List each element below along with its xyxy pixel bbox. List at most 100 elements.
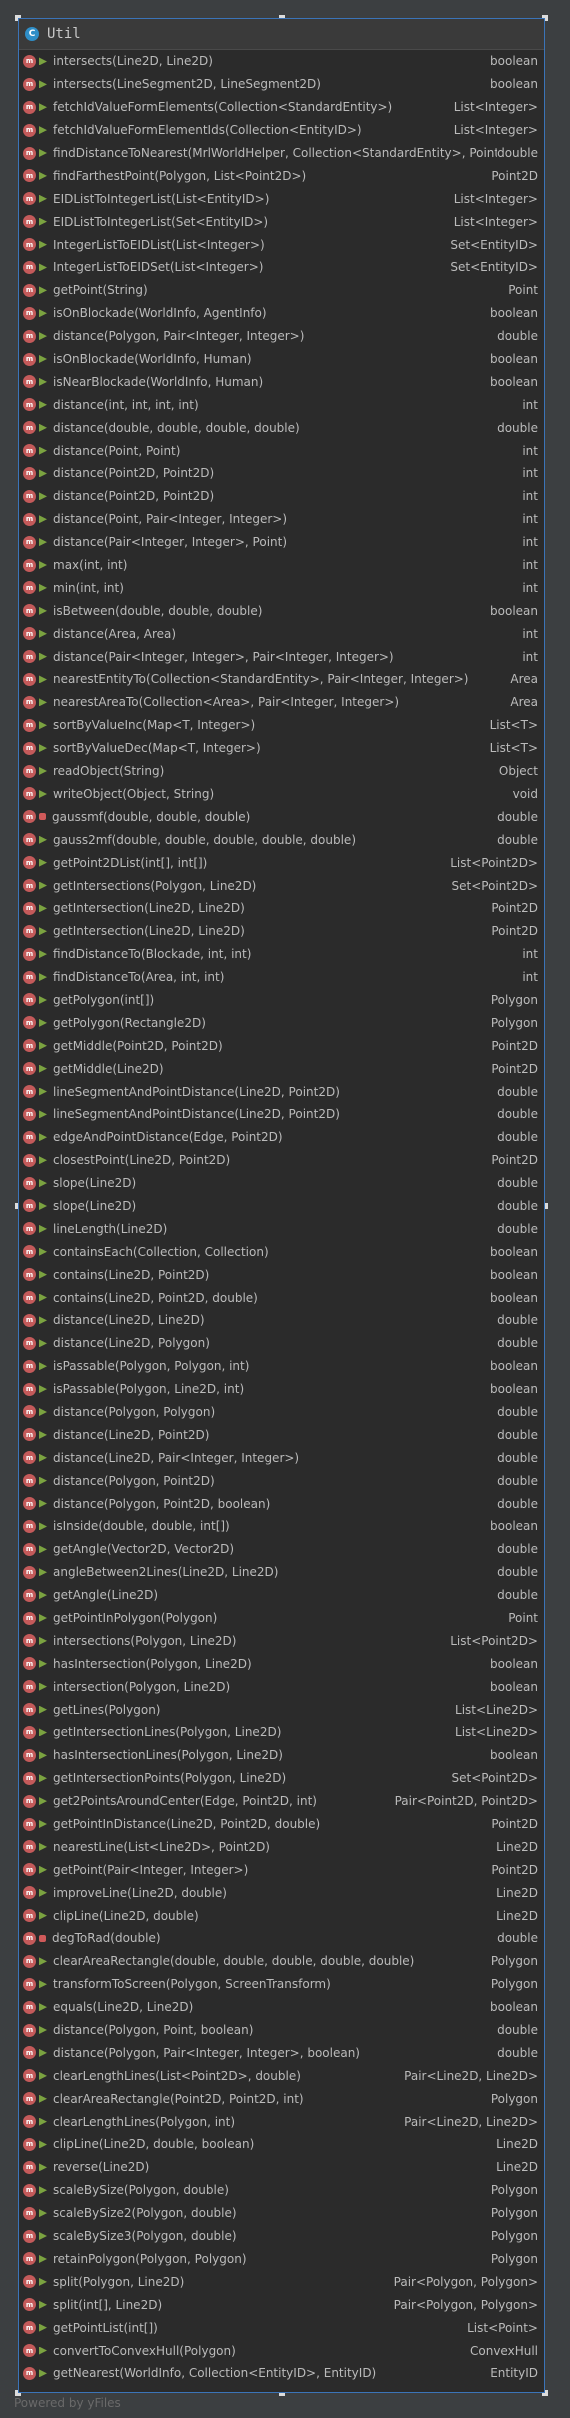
method-row[interactable]: m clearLengthLines(Polygon, int) Pair<Line… xyxy=(19,2110,544,2133)
method-row[interactable]: m sortByValueInc(Map<T, Integer>) List<T> xyxy=(19,714,544,737)
method-row[interactable]: m max(int, int) int xyxy=(19,554,544,577)
method-row[interactable]: m getIntersection(Line2D, Line2D) Point2D xyxy=(19,920,544,943)
method-row[interactable]: m getIntersectionPoints(Polygon, Line2D) S… xyxy=(19,1767,544,1790)
method-row[interactable]: m findDistanceToNearest(MrlWorldHelper, C… xyxy=(19,142,544,165)
method-row[interactable]: m isNearBlockade(WorldInfo, Human) boolean xyxy=(19,370,544,393)
method-row[interactable]: m IntegerListToEIDSet(List<Integer>) Set<E… xyxy=(19,256,544,279)
method-row[interactable]: m clipLine(Line2D, double, boolean) Line2D xyxy=(19,2133,544,2156)
method-row[interactable]: m degToRad(double) double xyxy=(19,1927,544,1950)
method-row[interactable]: m distance(Point2D, Point2D) int xyxy=(19,462,544,485)
method-row[interactable]: m convertToConvexHull(Polygon) ConvexHull xyxy=(19,2339,544,2362)
method-row[interactable]: m getLines(Polygon) List<Line2D> xyxy=(19,1698,544,1721)
method-row[interactable]: m getAngle(Line2D) double xyxy=(19,1584,544,1607)
method-row[interactable]: m hasIntersection(Polygon, Line2D) boolean xyxy=(19,1652,544,1675)
method-row[interactable]: m writeObject(Object, String) void xyxy=(19,783,544,806)
method-row[interactable]: m intersects(Line2D, Line2D) boolean xyxy=(19,50,544,73)
method-row[interactable]: m contains(Line2D, Point2D, double) boolea… xyxy=(19,1286,544,1309)
method-row[interactable]: m edgeAndPointDistance(Edge, Point2D) doub… xyxy=(19,1126,544,1149)
method-row[interactable]: m lineSegmentAndPointDistance(Line2D, Poi… xyxy=(19,1103,544,1126)
method-row[interactable]: m isBetween(double, double, double) boolea… xyxy=(19,599,544,622)
method-row[interactable]: m get2PointsAroundCenter(Edge, Point2D, i… xyxy=(19,1790,544,1813)
method-row[interactable]: m nearestAreaTo(Collection<Area>, Pair<In… xyxy=(19,691,544,714)
method-row[interactable]: m getIntersectionLines(Polygon, Line2D) Li… xyxy=(19,1721,544,1744)
method-row[interactable]: m gaussmf(double, double, double) double xyxy=(19,805,544,828)
method-row[interactable]: m scaleBySize3(Polygon, double) Polygon xyxy=(19,2225,544,2248)
method-row[interactable]: m slope(Line2D) double xyxy=(19,1195,544,1218)
method-row[interactable]: m getIntersection(Line2D, Line2D) Point2D xyxy=(19,897,544,920)
method-row[interactable]: m fetchIdValueFormElements(Collection<Sta… xyxy=(19,96,544,119)
method-row[interactable]: m getPoint(Pair<Integer, Integer>) Point2D xyxy=(19,1858,544,1881)
method-row[interactable]: m findDistanceTo(Blockade, int, int) int xyxy=(19,943,544,966)
method-row[interactable]: m findDistanceTo(Area, int, int) int xyxy=(19,966,544,989)
method-row[interactable]: m getPointInDistance(Line2D, Point2D, dou… xyxy=(19,1813,544,1836)
method-row[interactable]: m split(int[], Line2D) Pair<Polygon, Polyg… xyxy=(19,2293,544,2316)
method-row[interactable]: m slope(Line2D) double xyxy=(19,1172,544,1195)
method-row[interactable]: m IntegerListToEIDList(List<Integer>) Set<… xyxy=(19,233,544,256)
method-row[interactable]: m angleBetween2Lines(Line2D, Line2D) doubl… xyxy=(19,1561,544,1584)
method-row[interactable]: m isPassable(Polygon, Line2D, int) boolean xyxy=(19,1378,544,1401)
method-row[interactable]: m containsEach(Collection, Collection) boo… xyxy=(19,1240,544,1263)
method-row[interactable]: m nearestLine(List<Line2D>, Point2D) Line2… xyxy=(19,1835,544,1858)
method-row[interactable]: m equals(Line2D, Line2D) boolean xyxy=(19,1996,544,2019)
method-row[interactable]: m distance(Area, Area) int xyxy=(19,622,544,645)
method-row[interactable]: m getIntersections(Polygon, Line2D) Set<Po… xyxy=(19,874,544,897)
method-row[interactable]: m intersects(LineSegment2D, LineSegment2D… xyxy=(19,73,544,96)
method-row[interactable]: m distance(int, int, int, int) int xyxy=(19,393,544,416)
class-node[interactable]: C Util m intersects(Line2D, Line2D) boolea… xyxy=(18,18,545,2393)
method-row[interactable]: m readObject(String) Object xyxy=(19,760,544,783)
method-row[interactable]: m distance(Pair<Integer, Integer>, Point)… xyxy=(19,531,544,554)
method-row[interactable]: m distance(Polygon, Pair<Integer, Integer… xyxy=(19,2041,544,2064)
method-row[interactable]: m reverse(Line2D) Line2D xyxy=(19,2156,544,2179)
method-row[interactable]: m distance(Point2D, Point2D) int xyxy=(19,485,544,508)
method-row[interactable]: m retainPolygon(Polygon, Polygon) Polygon xyxy=(19,2248,544,2271)
method-row[interactable]: m hasIntersectionLines(Polygon, Line2D) bo… xyxy=(19,1744,544,1767)
method-row[interactable]: m clearLengthLines(List<Point2D>, double)… xyxy=(19,2064,544,2087)
method-row[interactable]: m scaleBySize2(Polygon, double) Polygon xyxy=(19,2202,544,2225)
method-row[interactable]: m scaleBySize(Polygon, double) Polygon xyxy=(19,2179,544,2202)
method-row[interactable]: m getPoint2DList(int[], int[]) List<Point2… xyxy=(19,851,544,874)
method-row[interactable]: m getAngle(Vector2D, Vector2D) double xyxy=(19,1538,544,1561)
method-row[interactable]: m getPointList(int[]) List<Point> xyxy=(19,2316,544,2339)
method-row[interactable]: m distance(Line2D, Point2D) double xyxy=(19,1423,544,1446)
method-row[interactable]: m getPointInPolygon(Polygon) Point xyxy=(19,1607,544,1630)
method-row[interactable]: m improveLine(Line2D, double) Line2D xyxy=(19,1881,544,1904)
method-row[interactable]: m distance(Polygon, Point, boolean) double xyxy=(19,2019,544,2042)
method-row[interactable]: m contains(Line2D, Point2D) boolean xyxy=(19,1263,544,1286)
method-row[interactable]: m distance(Polygon, Pair<Integer, Integer… xyxy=(19,325,544,348)
method-row[interactable]: m distance(Line2D, Pair<Integer, Integer>… xyxy=(19,1446,544,1469)
method-row[interactable]: m clearAreaRectangle(double, double, doub… xyxy=(19,1950,544,1973)
method-row[interactable]: m sortByValueDec(Map<T, Integer>) List<T> xyxy=(19,737,544,760)
method-row[interactable]: m isOnBlockade(WorldInfo, Human) boolean xyxy=(19,348,544,371)
method-row[interactable]: m getMiddle(Line2D) Point2D xyxy=(19,1057,544,1080)
method-row[interactable]: m intersection(Polygon, Line2D) boolean xyxy=(19,1675,544,1698)
method-row[interactable]: m split(Polygon, Line2D) Pair<Polygon, Pol… xyxy=(19,2270,544,2293)
method-row[interactable]: m lineSegmentAndPointDistance(Line2D, Poi… xyxy=(19,1080,544,1103)
method-row[interactable]: m min(int, int) int xyxy=(19,576,544,599)
method-row[interactable]: m findFarthestPoint(Polygon, List<Point2D… xyxy=(19,164,544,187)
method-row[interactable]: m getPolygon(int[]) Polygon xyxy=(19,989,544,1012)
method-row[interactable]: m isPassable(Polygon, Polygon, int) boolea… xyxy=(19,1355,544,1378)
method-row[interactable]: m fetchIdValueFormElementIds(Collection<E… xyxy=(19,119,544,142)
class-header[interactable]: C Util xyxy=(19,19,544,50)
method-row[interactable]: m gauss2mf(double, double, double, double… xyxy=(19,828,544,851)
method-row[interactable]: m isInside(double, double, int[]) boolean xyxy=(19,1515,544,1538)
method-row[interactable]: m EIDListToIntegerList(List<EntityID>) Lis… xyxy=(19,187,544,210)
method-row[interactable]: m distance(Line2D, Line2D) double xyxy=(19,1309,544,1332)
method-row[interactable]: m transformToScreen(Polygon, ScreenTransf… xyxy=(19,1973,544,1996)
method-row[interactable]: m intersections(Polygon, Line2D) List<Poin… xyxy=(19,1629,544,1652)
method-row[interactable]: m getPolygon(Rectangle2D) Polygon xyxy=(19,1011,544,1034)
method-row[interactable]: m distance(Polygon, Point2D, boolean) doub… xyxy=(19,1492,544,1515)
method-row[interactable]: m getNearest(WorldInfo, Collection<Entity… xyxy=(19,2362,544,2385)
method-row[interactable]: m distance(Polygon, Polygon) double xyxy=(19,1401,544,1424)
method-row[interactable]: m distance(Point, Point) int xyxy=(19,439,544,462)
method-row[interactable]: m nearestEntityTo(Collection<StandardEnti… xyxy=(19,668,544,691)
method-row[interactable]: m distance(Line2D, Polygon) double xyxy=(19,1332,544,1355)
method-row[interactable]: m distance(Point, Pair<Integer, Integer>)… xyxy=(19,508,544,531)
method-row[interactable]: m closestPoint(Line2D, Point2D) Point2D xyxy=(19,1149,544,1172)
method-row[interactable]: m EIDListToIntegerList(Set<EntityID>) List… xyxy=(19,210,544,233)
method-row[interactable]: m getMiddle(Point2D, Point2D) Point2D xyxy=(19,1034,544,1057)
method-row[interactable]: m lineLength(Line2D) double xyxy=(19,1217,544,1240)
method-row[interactable]: m distance(Pair<Integer, Integer>, Pair<I… xyxy=(19,645,544,668)
method-row[interactable]: m distance(Polygon, Point2D) double xyxy=(19,1469,544,1492)
method-row[interactable]: m getPoint(String) Point xyxy=(19,279,544,302)
